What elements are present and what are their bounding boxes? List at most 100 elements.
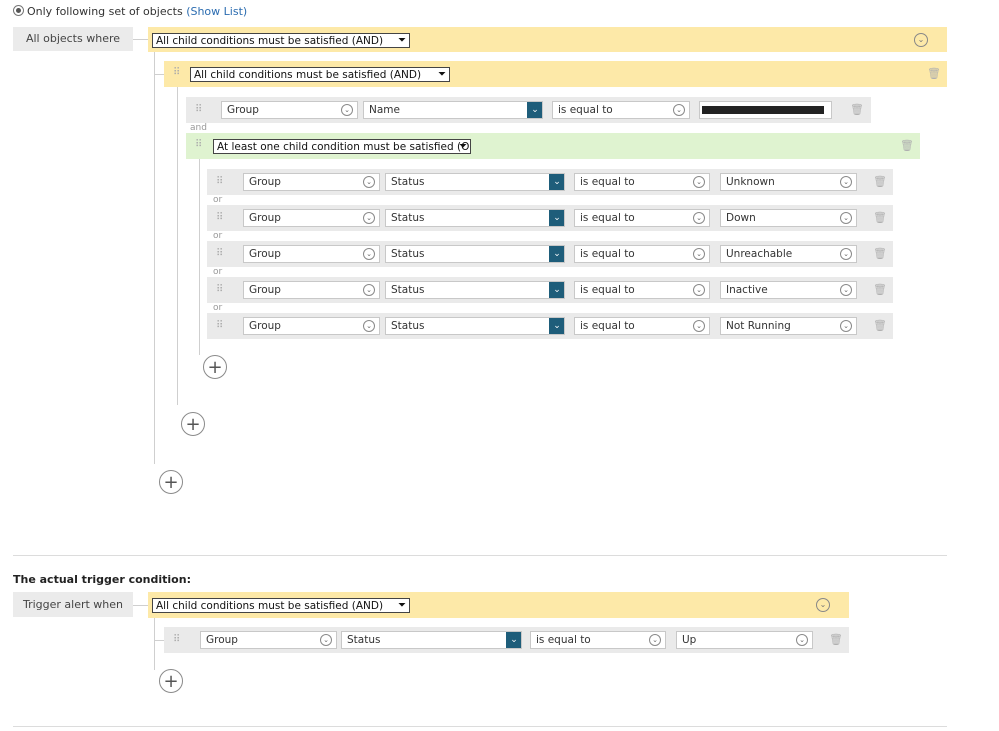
dropdown-arrow-icon: ⌄ xyxy=(506,632,521,648)
chevron-down-icon: ⌄ xyxy=(363,248,375,260)
operator-value: is equal to xyxy=(536,634,591,646)
drag-handle-icon[interactable]: ⠿ xyxy=(195,140,202,150)
section-divider xyxy=(13,555,947,556)
property-select[interactable]: Status ⌄ xyxy=(385,209,565,227)
expand-icon[interactable]: ⌄ xyxy=(816,598,830,612)
property-value: Status xyxy=(391,284,425,296)
add-trigger-condition-button[interactable]: + xyxy=(159,669,183,693)
dropdown-arrow-icon: ⌄ xyxy=(549,210,564,226)
trash-icon[interactable]: 🗑 xyxy=(829,633,843,646)
dropdown-arrow-icon: ⌄ xyxy=(549,174,564,190)
property-value: Status xyxy=(391,176,425,188)
connector-line xyxy=(133,605,148,606)
property-select[interactable]: Status ⌄ xyxy=(385,317,565,335)
chevron-down-icon: ⌄ xyxy=(673,104,685,116)
condition-row-name: ⠿ Group ⌄ Name ⌄ is equal to ⌄ 🗑 xyxy=(186,97,871,123)
value-select[interactable]: Inactive ⌄ xyxy=(720,281,857,299)
chevron-down-icon: ⌄ xyxy=(693,320,705,332)
add-or-condition-button[interactable]: + xyxy=(203,355,227,379)
only-following-objects-option[interactable]: Only following set of objects (Show List… xyxy=(13,5,247,18)
value-select[interactable]: Up ⌄ xyxy=(676,631,813,649)
or-block: ⠿ At least one child condition must be s… xyxy=(186,133,920,159)
value-select[interactable]: Unknown ⌄ xyxy=(720,173,857,191)
trash-icon[interactable]: 🗑 xyxy=(873,211,887,224)
trash-icon[interactable]: 🗑 xyxy=(873,319,887,332)
value-text: Up xyxy=(682,634,697,646)
object-value: Group xyxy=(249,284,281,296)
drag-handle-icon[interactable]: ⠿ xyxy=(216,177,223,187)
property-select[interactable]: Status ⌄ xyxy=(341,631,522,649)
or-connector: or xyxy=(213,195,223,205)
value-text: Inactive xyxy=(726,284,768,296)
drag-handle-icon[interactable]: ⠿ xyxy=(195,105,202,115)
object-select[interactable]: Group ⌄ xyxy=(243,281,380,299)
tree-line xyxy=(154,618,155,670)
root-condition-select[interactable]: All child conditions must be satisfied (… xyxy=(152,33,410,48)
object-select[interactable]: Group ⌄ xyxy=(243,209,380,227)
operator-select[interactable]: is equal to ⌄ xyxy=(552,101,690,119)
operator-value: is equal to xyxy=(580,248,635,260)
object-select[interactable]: Group ⌄ xyxy=(221,101,358,119)
chevron-down-icon: ⏷ xyxy=(459,141,467,152)
operator-value: is equal to xyxy=(580,320,635,332)
trash-icon[interactable]: 🗑 xyxy=(927,67,941,80)
operator-select[interactable]: is equal to ⌄ xyxy=(574,281,710,299)
operator-select[interactable]: is equal to ⌄ xyxy=(574,209,710,227)
object-select[interactable]: Group ⌄ xyxy=(200,631,337,649)
operator-select[interactable]: is equal to ⌄ xyxy=(530,631,666,649)
inner-and-block: ⠿ All child conditions must be satisfied… xyxy=(164,61,947,87)
object-value: Group xyxy=(206,634,238,646)
trash-icon[interactable]: 🗑 xyxy=(873,175,887,188)
operator-select[interactable]: is equal to ⌄ xyxy=(574,173,710,191)
chevron-down-icon: ⌄ xyxy=(840,176,852,188)
property-select[interactable]: Name ⌄ xyxy=(363,101,543,119)
trash-icon[interactable]: 🗑 xyxy=(873,283,887,296)
drag-handle-icon[interactable]: ⠿ xyxy=(216,285,223,295)
property-select[interactable]: Status ⌄ xyxy=(385,281,565,299)
operator-select[interactable]: is equal to ⌄ xyxy=(574,245,710,263)
property-select[interactable]: Status ⌄ xyxy=(385,245,565,263)
add-and-condition-button[interactable]: + xyxy=(181,412,205,436)
drag-handle-icon[interactable]: ⠿ xyxy=(216,249,223,259)
object-select[interactable]: Group ⌄ xyxy=(243,245,380,263)
value-text: Unknown xyxy=(726,176,775,188)
drag-handle-icon[interactable]: ⠿ xyxy=(173,635,180,645)
object-value: Group xyxy=(249,176,281,188)
trigger-condition-select[interactable]: All child conditions must be satisfied (… xyxy=(152,598,410,613)
trash-icon[interactable]: 🗑 xyxy=(850,103,864,116)
add-root-condition-button[interactable]: + xyxy=(159,470,183,494)
operator-value: is equal to xyxy=(580,176,635,188)
drag-handle-icon[interactable]: ⠿ xyxy=(173,68,180,78)
or-condition-select[interactable]: At least one child condition must be sat… xyxy=(213,139,471,154)
and-connector: and xyxy=(190,123,207,133)
section-divider xyxy=(13,726,947,727)
chevron-down-icon: ⏷ xyxy=(398,35,406,46)
inner-and-select[interactable]: All child conditions must be satisfied (… xyxy=(190,67,450,82)
value-select[interactable]: Not Running ⌄ xyxy=(720,317,857,335)
drag-handle-icon[interactable]: ⠿ xyxy=(216,213,223,223)
trash-icon[interactable]: 🗑 xyxy=(900,139,914,152)
chevron-down-icon: ⌄ xyxy=(363,320,375,332)
chevron-down-icon: ⌄ xyxy=(693,212,705,224)
value-select[interactable]: Unreachable ⌄ xyxy=(720,245,857,263)
radio-icon[interactable] xyxy=(13,5,24,16)
value-input[interactable] xyxy=(699,101,832,119)
operator-select[interactable]: is equal to ⌄ xyxy=(574,317,710,335)
chevron-down-icon: ⌄ xyxy=(363,176,375,188)
expand-icon[interactable]: ⌄ xyxy=(914,33,928,47)
chevron-down-icon: ⌄ xyxy=(693,284,705,296)
dropdown-arrow-icon: ⌄ xyxy=(549,282,564,298)
show-list-link[interactable]: (Show List) xyxy=(186,5,247,18)
condition-row-status: ⠿ Group ⌄ Status ⌄ is equal to ⌄ Not Running ⌄ 🗑 xyxy=(207,313,893,339)
chevron-down-icon: ⌄ xyxy=(840,320,852,332)
object-select[interactable]: Group ⌄ xyxy=(243,317,380,335)
drag-handle-icon[interactable]: ⠿ xyxy=(216,321,223,331)
chevron-down-icon: ⌄ xyxy=(796,634,808,646)
chevron-down-icon: ⌄ xyxy=(649,634,661,646)
trash-icon[interactable]: 🗑 xyxy=(873,247,887,260)
value-select[interactable]: Down ⌄ xyxy=(720,209,857,227)
object-select[interactable]: Group ⌄ xyxy=(243,173,380,191)
property-select[interactable]: Status ⌄ xyxy=(385,173,565,191)
trigger-alert-when-label: Trigger alert when xyxy=(13,592,133,617)
tree-line xyxy=(177,87,178,405)
